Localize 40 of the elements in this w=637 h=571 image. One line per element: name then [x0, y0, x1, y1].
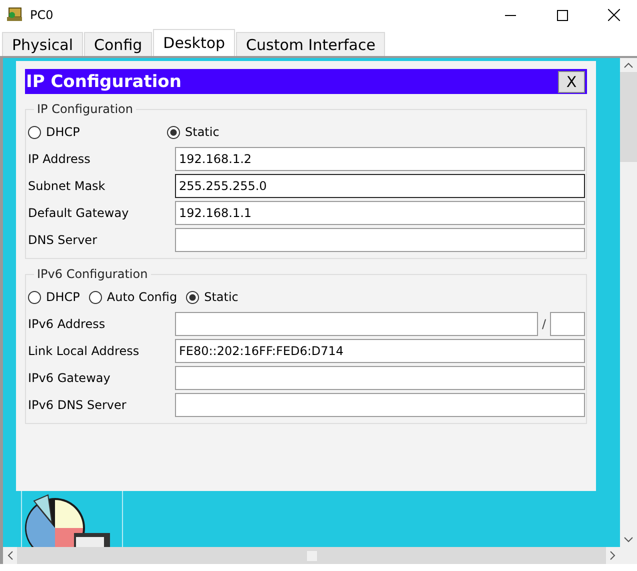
maximize-icon — [556, 10, 568, 20]
dialog-title: IP Configuration — [26, 72, 182, 92]
scroll-down-icon[interactable] — [624, 537, 633, 543]
field-label: DNS Server — [28, 233, 98, 247]
input-field[interactable] — [175, 228, 585, 252]
mode-radio[interactable]: Static — [167, 125, 306, 139]
input-field[interactable] — [175, 312, 538, 336]
field-label: IPv6 Address — [28, 317, 106, 331]
tab[interactable]: Physical — [2, 32, 84, 56]
input-field[interactable] — [175, 366, 585, 390]
group-legend: IPv6 Configuration — [34, 267, 151, 281]
mode-radio[interactable]: DHCP — [28, 290, 80, 304]
prefix-field[interactable] — [550, 312, 585, 336]
computer-icon — [6, 7, 24, 23]
tab[interactable]: Custom Interface — [236, 32, 386, 56]
scroll-right-icon[interactable] — [610, 551, 616, 560]
mode-radio[interactable]: Static — [186, 290, 238, 304]
scroll-up-icon[interactable] — [624, 62, 633, 68]
field-label: Default Gateway — [28, 206, 130, 220]
tab[interactable]: Config — [84, 32, 152, 56]
prefix-separator: / — [540, 317, 547, 331]
field-label: Subnet Mask — [28, 179, 106, 193]
field-label: IP Address — [28, 152, 92, 166]
field-label: IPv6 Gateway — [28, 371, 112, 385]
input-field[interactable] — [175, 393, 585, 417]
field-label: IPv6 DNS Server — [28, 398, 128, 412]
field-label: Link Local Address — [28, 344, 140, 358]
group-legend: IP Configuration — [34, 102, 136, 116]
input-field[interactable]: 192.168.1.1 — [175, 201, 585, 225]
mode-radio[interactable]: Auto Config — [88, 290, 178, 304]
input-field[interactable]: 192.168.1.2 — [175, 147, 585, 171]
tab[interactable]: Desktop — [153, 29, 236, 56]
input-field[interactable]: 255.255.255.0 — [175, 174, 585, 198]
dialog-close-button[interactable]: X — [558, 70, 585, 92]
close-icon — [608, 9, 620, 21]
input-field[interactable]: FE80::202:16FF:FED6:D714 — [175, 339, 585, 363]
window-title: PC0 — [30, 8, 54, 22]
scroll-thumb[interactable] — [620, 72, 637, 162]
scroll-left-icon[interactable] — [7, 551, 13, 560]
mode-radio[interactable]: DHCP — [28, 125, 167, 139]
